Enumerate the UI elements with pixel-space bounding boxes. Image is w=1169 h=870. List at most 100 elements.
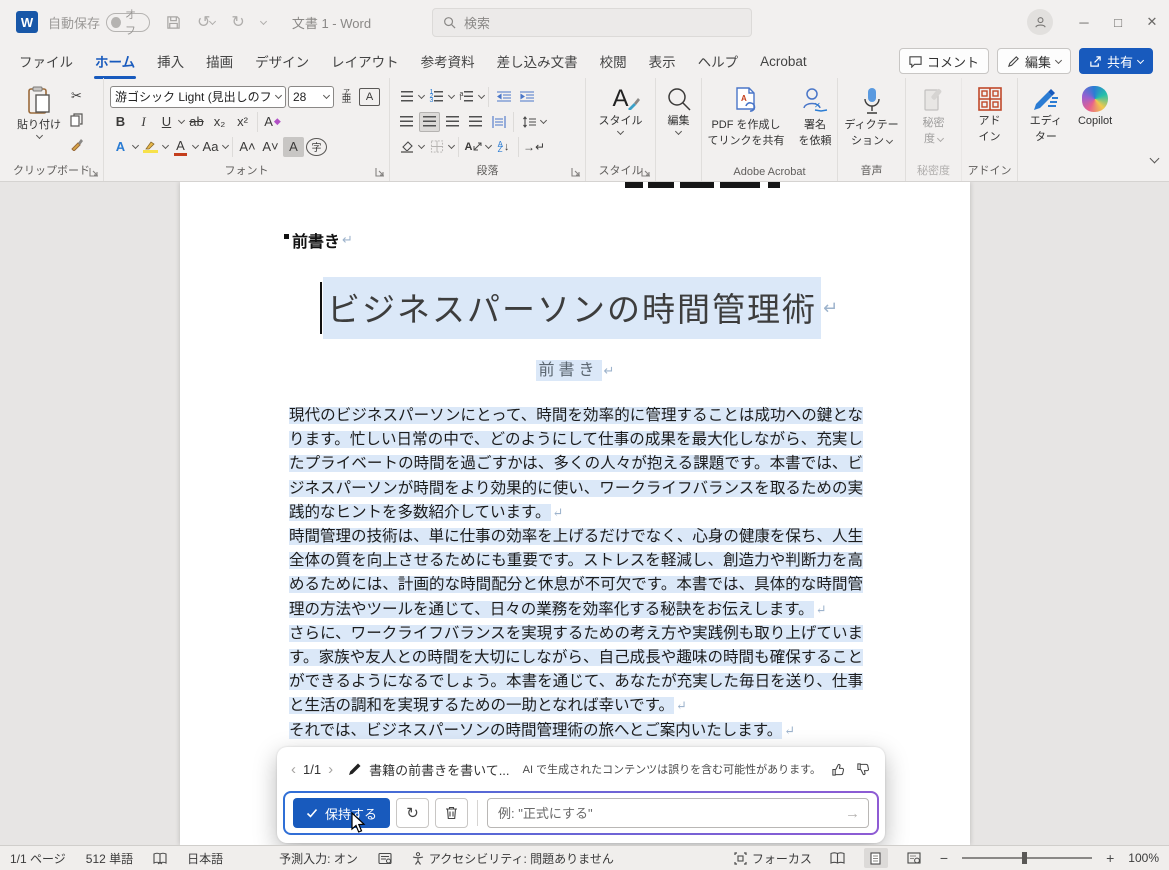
copilot-button[interactable]: Copilot [1073, 84, 1117, 146]
document-page[interactable]: 前書き ↵ ビジネスパーソンの時間管理術 ↵ 前書き↵ 現代のビジネスパーソンに… [180, 182, 970, 845]
read-mode-button[interactable] [826, 848, 850, 868]
grow-font-button[interactable]: A˄ [237, 137, 258, 157]
minimize-button[interactable]: ─ [1067, 0, 1101, 44]
editing-mode-button[interactable]: 編集 [997, 48, 1071, 74]
maximize-button[interactable]: □ [1101, 0, 1135, 44]
character-shading-button[interactable]: A [283, 137, 304, 157]
tab-file[interactable]: ファイル [8, 45, 84, 77]
cut-button[interactable]: ✂ [66, 86, 87, 106]
copy-button[interactable] [66, 110, 87, 130]
tab-review[interactable]: 校閲 [589, 45, 638, 77]
collapse-ribbon-button[interactable] [1151, 149, 1158, 167]
tab-mailings[interactable]: 差し込み文書 [486, 45, 589, 77]
underline-button[interactable]: U [156, 112, 177, 132]
subscript-button[interactable]: x₂ [209, 112, 230, 132]
numbered-list-button[interactable]: 123 [426, 87, 447, 107]
language-indicator[interactable]: 日本語 [187, 850, 223, 867]
change-case-button[interactable]: Aa [200, 137, 221, 157]
macro-record-icon[interactable] [378, 852, 392, 865]
dialog-launcher-icon[interactable] [89, 167, 99, 177]
next-result-button[interactable]: › [328, 761, 333, 778]
word-logo-icon[interactable]: W [16, 11, 38, 33]
asian-layout-button[interactable]: A [463, 137, 484, 157]
tab-acrobat[interactable]: Acrobat [749, 48, 818, 75]
tab-references[interactable]: 参考資料 [410, 45, 486, 77]
tab-insert[interactable]: 挿入 [146, 45, 195, 77]
format-painter-button[interactable] [66, 134, 87, 154]
proofing-status-icon[interactable] [153, 852, 167, 865]
request-signatures-button[interactable]: ✕ 署名 を依頼 [794, 84, 837, 150]
create-pdf-share-link-button[interactable]: A PDF を作成し てリンクを共有 [703, 84, 790, 150]
distribute-button[interactable] [488, 112, 509, 132]
line-spacing-button[interactable] [518, 112, 539, 132]
ruby-button[interactable]: ア亜 [336, 87, 357, 107]
prompt-summary[interactable]: 書籍の前書きを書いて... [369, 760, 509, 779]
zoom-slider-thumb[interactable] [1022, 852, 1027, 864]
copilot-refine-input[interactable]: → [487, 798, 869, 828]
highlight-button[interactable] [140, 137, 161, 157]
page-indicator[interactable]: 1/1 ページ [10, 850, 66, 867]
undo-button[interactable]: ↺ [197, 12, 215, 32]
font-color-button[interactable]: A [170, 137, 191, 157]
autosave-toggle[interactable]: 自動保存 オフ [48, 13, 150, 32]
zoom-in-button[interactable]: + [1106, 850, 1114, 866]
tab-home[interactable]: ホーム [84, 45, 146, 77]
align-center-button[interactable] [419, 112, 440, 132]
sort-button[interactable]: AZ↓ [493, 137, 514, 157]
editor-button[interactable]: エディ ター [1025, 84, 1067, 146]
italic-button[interactable]: I [133, 112, 154, 132]
print-layout-button[interactable] [864, 848, 888, 868]
tab-help[interactable]: ヘルプ [687, 45, 750, 77]
send-icon[interactable]: → [845, 805, 860, 822]
keep-it-button[interactable]: 保持する [293, 798, 390, 828]
refine-text-field[interactable] [488, 799, 868, 827]
save-button[interactable] [166, 15, 181, 30]
strikethrough-button[interactable]: ab [186, 112, 207, 132]
text-effects-button[interactable]: A [110, 137, 131, 157]
dialog-launcher-icon[interactable] [375, 167, 385, 177]
paste-button[interactable]: 貼り付け [12, 84, 66, 154]
tab-draw[interactable]: 描画 [195, 45, 244, 77]
regenerate-button[interactable]: ↻ [396, 798, 429, 828]
thumbs-up-icon[interactable] [831, 762, 846, 777]
close-button[interactable]: ✕ [1135, 0, 1169, 44]
more-commands-button[interactable] [261, 21, 266, 24]
zoom-level[interactable]: 100% [1128, 851, 1159, 865]
autosave-switch[interactable]: オフ [106, 13, 150, 32]
previous-result-button[interactable]: ‹ [291, 761, 296, 778]
discard-button[interactable] [435, 798, 468, 828]
tab-layout[interactable]: レイアウト [320, 45, 410, 77]
focus-mode-button[interactable]: フォーカス [734, 850, 812, 867]
share-button[interactable]: 共有 [1079, 48, 1153, 74]
document-heading[interactable]: 前書き ↵ [284, 228, 353, 252]
multilevel-list-button[interactable]: ai [456, 87, 477, 107]
dialog-launcher-icon[interactable] [571, 167, 581, 177]
decrease-indent-button[interactable] [493, 87, 514, 107]
increase-indent-button[interactable] [516, 87, 537, 107]
zoom-slider[interactable] [962, 857, 1092, 859]
comments-button[interactable]: コメント [899, 48, 989, 74]
bold-button[interactable]: B [110, 112, 131, 132]
font-name-combobox[interactable]: 游ゴシック Light (見出しのフォン [110, 86, 286, 108]
accessibility-status[interactable]: アクセシビリティ: 問題ありません [412, 850, 614, 867]
editing-button[interactable]: 編集 [656, 84, 701, 136]
enclose-characters-button[interactable]: 字 [306, 138, 327, 156]
shading-button[interactable] [396, 137, 417, 157]
borders-button[interactable] [426, 137, 447, 157]
document-body[interactable]: 現代のビジネスパーソンにとって、時間を効率的に管理することは成功への鍵となります… [289, 404, 863, 743]
bullet-list-button[interactable] [396, 87, 417, 107]
align-left-button[interactable] [396, 112, 417, 132]
document-title-line[interactable]: ビジネスパーソンの時間管理術 ↵ [320, 277, 838, 339]
font-size-combobox[interactable]: 28 [288, 86, 334, 108]
align-right-button[interactable] [442, 112, 463, 132]
thumbs-down-icon[interactable] [856, 762, 871, 777]
addins-button[interactable]: アド イン [962, 84, 1017, 146]
show-formatting-marks-button[interactable]: →↵ [523, 137, 545, 157]
document-subtitle-line[interactable]: 前書き↵ [180, 356, 970, 380]
styles-button[interactable]: A スタイル [586, 84, 655, 136]
text-prediction-indicator[interactable]: 予測入力: オン [279, 850, 358, 867]
clear-formatting-button[interactable]: A◆ [262, 112, 283, 132]
tab-design[interactable]: デザイン [244, 45, 320, 77]
tab-view[interactable]: 表示 [638, 45, 687, 77]
shrink-font-button[interactable]: A˅ [260, 137, 281, 157]
